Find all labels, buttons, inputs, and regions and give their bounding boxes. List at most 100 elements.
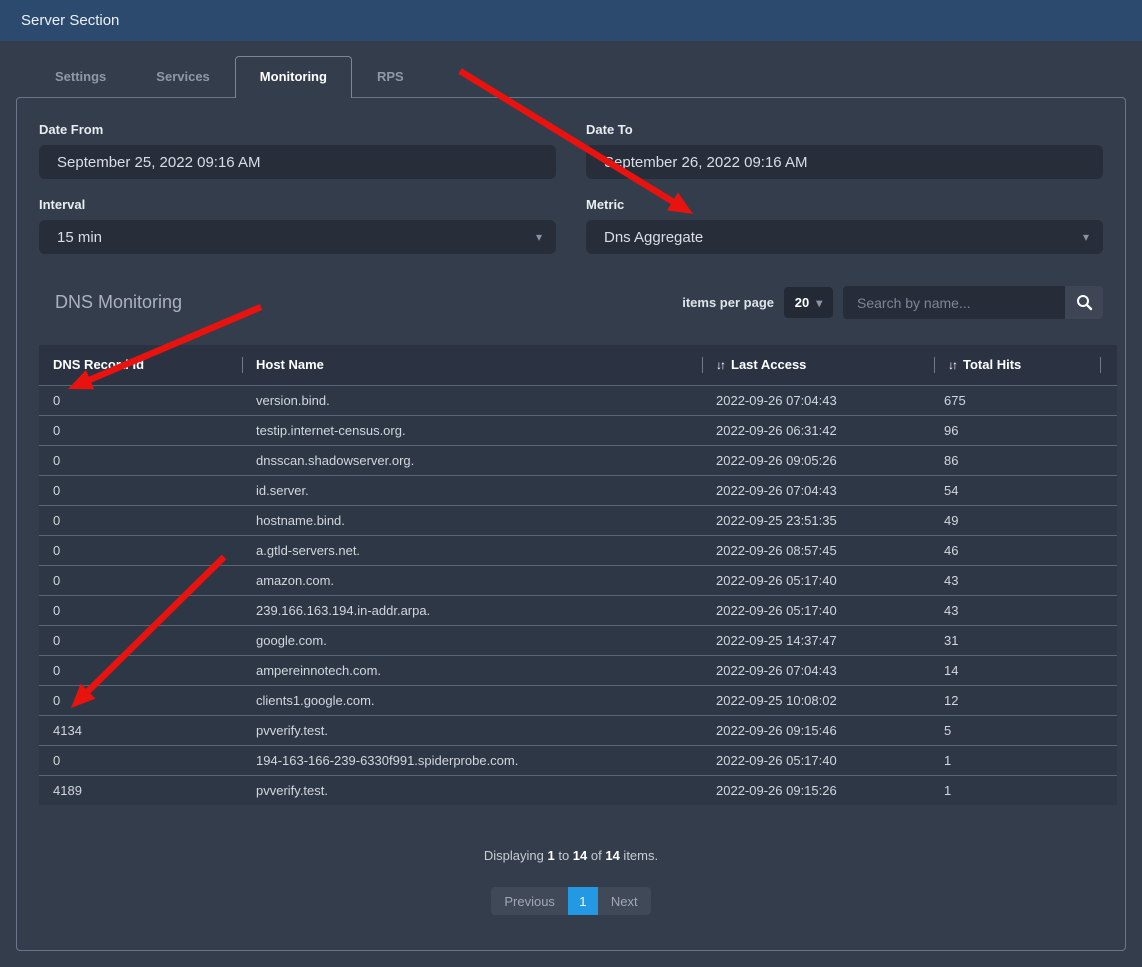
- date-to-label: Date To: [586, 122, 1103, 137]
- summary-text: of: [587, 848, 605, 863]
- total-hits-cell: 5: [934, 715, 1100, 745]
- table-row: 4134pvverify.test.2022-09-26 09:15:465: [39, 715, 1117, 745]
- table-controls: items per page 20 ▾: [682, 286, 1103, 319]
- filters: Date From September 25, 2022 09:16 AM Da…: [39, 122, 1103, 254]
- row-spacer-cell: [1100, 445, 1117, 475]
- tab-rps[interactable]: RPS: [352, 57, 429, 97]
- page-title: Server Section: [21, 12, 119, 29]
- host-name-cell: pvverify.test.: [242, 715, 702, 745]
- metric-select[interactable]: Dns Aggregate ▾: [586, 220, 1103, 254]
- host-name-cell: id.server.: [242, 475, 702, 505]
- summary-count: 14: [573, 848, 587, 863]
- last-access-cell: 2022-09-26 09:15:26: [702, 775, 934, 805]
- chevron-down-icon: ▾: [536, 230, 542, 244]
- previous-page-button[interactable]: Previous: [491, 887, 568, 915]
- table-row: 0id.server.2022-09-26 07:04:4354: [39, 475, 1117, 505]
- items-per-page-select[interactable]: 20 ▾: [784, 287, 833, 318]
- tab-settings[interactable]: Settings: [30, 57, 131, 97]
- last-access-cell: 2022-09-26 09:05:26: [702, 445, 934, 475]
- dns-record-id-cell: 0: [39, 655, 242, 685]
- dns-record-id-cell: 0: [39, 595, 242, 625]
- column-header-host-name: Host Name: [242, 345, 702, 385]
- total-hits-cell: 86: [934, 445, 1100, 475]
- last-access-cell: 2022-09-25 23:51:35: [702, 505, 934, 535]
- total-hits-cell: 1: [934, 745, 1100, 775]
- date-from-input[interactable]: September 25, 2022 09:16 AM: [39, 145, 556, 179]
- total-hits-cell: 31: [934, 625, 1100, 655]
- search-icon: [1076, 294, 1093, 311]
- dns-record-id-cell: 0: [39, 505, 242, 535]
- row-spacer-cell: [1100, 415, 1117, 445]
- dns-record-id-cell: 0: [39, 535, 242, 565]
- items-per-page-label: items per page: [682, 295, 774, 310]
- total-hits-cell: 54: [934, 475, 1100, 505]
- host-name-cell: amazon.com.: [242, 565, 702, 595]
- table-row: 4189pvverify.test.2022-09-26 09:15:261: [39, 775, 1117, 805]
- host-name-cell: 194-163-166-239-6330f991.spiderprobe.com…: [242, 745, 702, 775]
- tab-monitoring[interactable]: Monitoring: [235, 56, 352, 98]
- date-to-value: September 26, 2022 09:16 AM: [604, 154, 807, 171]
- host-name-cell: pvverify.test.: [242, 775, 702, 805]
- date-to-field-group: Date To September 26, 2022 09:16 AM: [586, 122, 1103, 179]
- last-access-cell: 2022-09-26 05:17:40: [702, 745, 934, 775]
- interval-select[interactable]: 15 min ▾: [39, 220, 556, 254]
- monitoring-panel: Date From September 25, 2022 09:16 AM Da…: [16, 97, 1126, 951]
- tab-services[interactable]: Services: [131, 57, 235, 97]
- table-row: 0194-163-166-239-6330f991.spiderprobe.co…: [39, 745, 1117, 775]
- table-row: 0dnsscan.shadowserver.org.2022-09-26 09:…: [39, 445, 1117, 475]
- host-name-cell: google.com.: [242, 625, 702, 655]
- current-page-button[interactable]: 1: [568, 887, 598, 915]
- row-spacer-cell: [1100, 385, 1117, 415]
- total-hits-cell: 43: [934, 595, 1100, 625]
- table-row: 0amazon.com.2022-09-26 05:17:4043: [39, 565, 1117, 595]
- total-hits-cell: 46: [934, 535, 1100, 565]
- section-title: DNS Monitoring: [39, 292, 182, 313]
- table-row: 0ampereinnotech.com.2022-09-26 07:04:431…: [39, 655, 1117, 685]
- column-header-last-access[interactable]: ↓↑Last Access: [702, 345, 934, 385]
- row-spacer-cell: [1100, 775, 1117, 805]
- dns-record-id-cell: 0: [39, 445, 242, 475]
- table-row: 0239.166.163.194.in-addr.arpa.2022-09-26…: [39, 595, 1117, 625]
- summary-count: 14: [605, 848, 619, 863]
- row-spacer-cell: [1100, 505, 1117, 535]
- date-to-input[interactable]: September 26, 2022 09:16 AM: [586, 145, 1103, 179]
- date-from-field-group: Date From September 25, 2022 09:16 AM: [39, 122, 556, 179]
- total-hits-cell: 96: [934, 415, 1100, 445]
- column-header-spacer: [1100, 345, 1117, 385]
- interval-field-group: Interval 15 min ▾: [39, 197, 556, 254]
- table-row: 0version.bind.2022-09-26 07:04:43675: [39, 385, 1117, 415]
- summary-text: to: [555, 848, 573, 863]
- next-page-button[interactable]: Next: [598, 887, 651, 915]
- dns-record-id-cell: 0: [39, 415, 242, 445]
- column-header-dns-record-id: DNS Record Id: [39, 345, 242, 385]
- date-from-value: September 25, 2022 09:16 AM: [57, 154, 260, 171]
- dns-record-id-cell: 0: [39, 385, 242, 415]
- search-group: [843, 286, 1103, 319]
- last-access-cell: 2022-09-26 06:31:42: [702, 415, 934, 445]
- last-access-cell: 2022-09-25 10:08:02: [702, 685, 934, 715]
- search-button[interactable]: [1065, 286, 1103, 319]
- row-spacer-cell: [1100, 715, 1117, 745]
- host-name-cell: ampereinnotech.com.: [242, 655, 702, 685]
- sort-icon: ↓↑: [948, 358, 956, 372]
- row-spacer-cell: [1100, 655, 1117, 685]
- total-hits-cell: 43: [934, 565, 1100, 595]
- row-spacer-cell: [1100, 565, 1117, 595]
- summary-count: 1: [547, 848, 554, 863]
- chevron-down-icon: ▾: [1083, 230, 1089, 244]
- search-input[interactable]: [843, 286, 1065, 319]
- last-access-cell: 2022-09-26 09:15:46: [702, 715, 934, 745]
- metric-label: Metric: [586, 197, 1103, 212]
- date-from-label: Date From: [39, 122, 556, 137]
- row-spacer-cell: [1100, 685, 1117, 715]
- total-hits-cell: 12: [934, 685, 1100, 715]
- total-hits-cell: 14: [934, 655, 1100, 685]
- tab-bar: SettingsServicesMonitoringRPS: [0, 41, 1142, 97]
- host-name-cell: dnsscan.shadowserver.org.: [242, 445, 702, 475]
- host-name-cell: testip.internet-census.org.: [242, 415, 702, 445]
- results-summary: Displaying 1 to 14 of 14 items.: [39, 848, 1103, 863]
- total-hits-cell: 49: [934, 505, 1100, 535]
- summary-text: items.: [620, 848, 658, 863]
- column-header-total-hits[interactable]: ↓↑Total Hits: [934, 345, 1100, 385]
- row-spacer-cell: [1100, 535, 1117, 565]
